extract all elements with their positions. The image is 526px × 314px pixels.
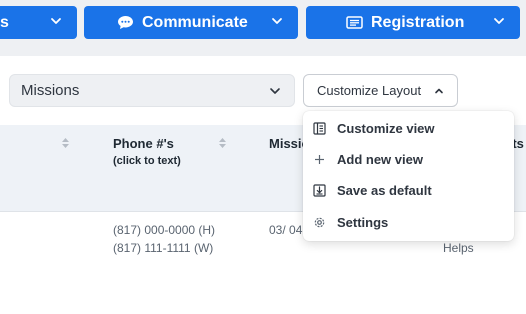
sort-icon[interactable] xyxy=(218,137,227,149)
shift-helps: Helps xyxy=(443,241,474,255)
registration-label: Registration xyxy=(371,13,465,31)
customize-layout-label: Customize Layout xyxy=(317,83,422,98)
column-header-phone-subtitle: (click to text) xyxy=(113,155,181,167)
view-select-value: Missions xyxy=(21,82,80,99)
phone-home[interactable]: (817) 000-0000 (H) xyxy=(113,223,215,237)
app-root: s Communicate Registration Missions Cust… xyxy=(0,0,526,314)
chevron-down-icon xyxy=(51,17,61,24)
layout-icon xyxy=(312,121,326,135)
chevron-down-icon xyxy=(272,17,282,24)
customize-layout-menu: Customize view Add new view Save as defa… xyxy=(303,111,514,241)
menu-item-label: Add new view xyxy=(337,151,423,167)
nav-button-partial-label: s xyxy=(0,13,9,31)
chat-bubble-icon xyxy=(117,15,134,30)
menu-item-settings[interactable]: Settings xyxy=(303,207,514,237)
menu-item-save-as-default[interactable]: Save as default xyxy=(303,175,514,205)
nav-button-partial[interactable]: s xyxy=(0,6,77,39)
view-select[interactable]: Missions xyxy=(9,74,295,107)
chevron-down-icon xyxy=(270,88,280,94)
registration-list-icon xyxy=(346,16,363,29)
mission-date: 03/ 04 xyxy=(269,223,303,237)
top-nav-bar: s Communicate Registration xyxy=(0,0,526,57)
menu-item-label: Settings xyxy=(337,214,389,230)
communicate-label: Communicate xyxy=(142,13,248,31)
plus-icon xyxy=(312,152,326,166)
menu-item-label: Save as default xyxy=(337,182,432,198)
menu-item-label: Customize view xyxy=(337,120,435,136)
gear-icon xyxy=(312,215,326,229)
sort-icon[interactable] xyxy=(61,137,70,149)
customize-layout-button[interactable]: Customize Layout xyxy=(303,74,458,107)
chevron-up-icon xyxy=(435,88,443,94)
chevron-down-icon xyxy=(494,17,504,24)
menu-item-customize-view[interactable]: Customize view xyxy=(303,113,514,143)
registration-button[interactable]: Registration xyxy=(306,6,520,39)
phone-work[interactable]: (817) 111-1111 (W) xyxy=(113,241,213,255)
column-header-phone[interactable]: Phone #'s xyxy=(113,136,174,151)
save-icon xyxy=(312,183,326,197)
menu-item-add-new-view[interactable]: Add new view xyxy=(303,144,514,174)
communicate-button[interactable]: Communicate xyxy=(84,6,298,39)
